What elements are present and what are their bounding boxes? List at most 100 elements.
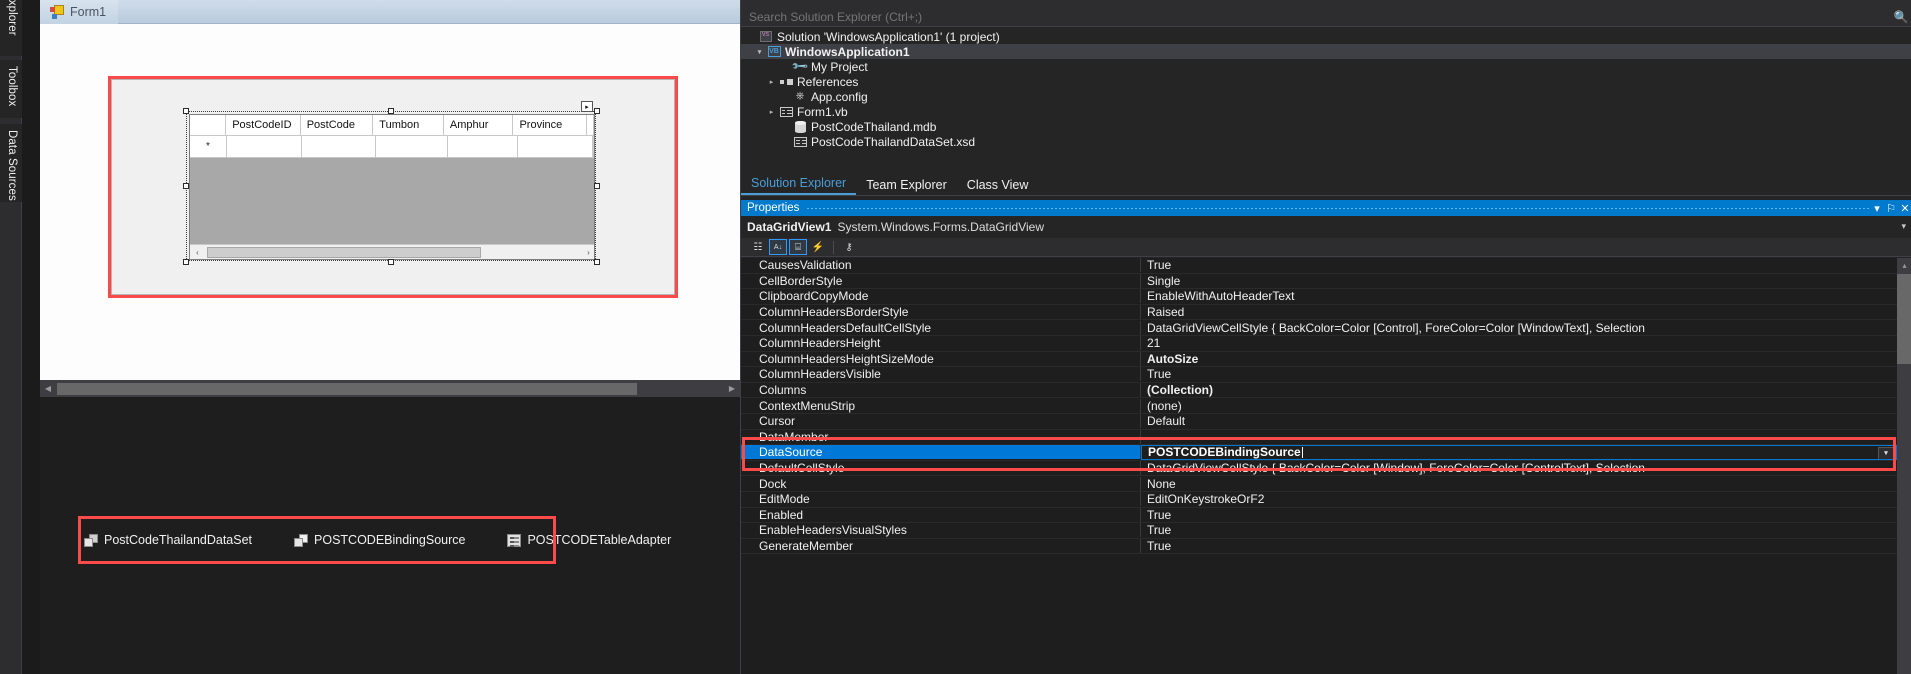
- tree-item-xsd[interactable]: PostCodeThailandDataSet.xsd: [741, 134, 1911, 149]
- scroll-right-icon[interactable]: ›: [581, 245, 595, 259]
- property-pages-button[interactable]: ⚷: [840, 239, 858, 255]
- property-value[interactable]: (Collection): [1141, 383, 1897, 397]
- property-row-columnheadersdefaultcellstyle[interactable]: ColumnHeadersDefaultCellStyle DataGridVi…: [741, 320, 1897, 336]
- property-value[interactable]: True: [1141, 539, 1897, 553]
- sidebar-item-toolbox[interactable]: Toolbox: [0, 60, 22, 118]
- tab-solution-explorer[interactable]: Solution Explorer: [741, 174, 856, 195]
- resize-handle-ne[interactable]: [594, 108, 600, 114]
- property-value[interactable]: EditOnKeystrokeOrF2: [1141, 492, 1897, 506]
- tree-item-project[interactable]: ▾ VB WindowsApplication1: [741, 44, 1911, 59]
- property-row-cellborderstyle[interactable]: CellBorderStyle Single: [741, 274, 1897, 290]
- property-row-clipboardcopymode[interactable]: ClipboardCopyMode EnableWithAutoHeaderTe…: [741, 289, 1897, 305]
- property-value[interactable]: True: [1141, 258, 1897, 272]
- property-value[interactable]: (none): [1141, 399, 1897, 413]
- tree-item-references[interactable]: ▸ References: [741, 74, 1911, 89]
- column-header-province[interactable]: Province: [513, 115, 587, 136]
- solution-explorer-toolbar[interactable]: [741, 0, 1911, 8]
- tree-item-mdb[interactable]: PostCodeThailand.mdb: [741, 119, 1911, 134]
- tree-item-form1-vb[interactable]: ▸ Form1.vb: [741, 104, 1911, 119]
- column-header-note[interactable]: Note: [587, 115, 594, 136]
- scroll-up-icon[interactable]: ▴: [1897, 258, 1911, 272]
- property-value[interactable]: DataGridViewCellStyle { BackColor=Color …: [1141, 461, 1897, 475]
- chevron-down-icon[interactable]: ▾: [753, 48, 766, 56]
- property-value[interactable]: True: [1141, 508, 1897, 522]
- property-value[interactable]: EnableWithAutoHeaderText: [1141, 289, 1897, 303]
- resize-handle-w[interactable]: [183, 183, 189, 189]
- tree-item-app-config[interactable]: ⎈ App.config: [741, 89, 1911, 104]
- property-value[interactable]: Single: [1141, 274, 1897, 288]
- cell[interactable]: [448, 136, 519, 158]
- scrollbar-thumb[interactable]: [207, 247, 481, 258]
- resize-handle-s[interactable]: [388, 259, 394, 265]
- property-row-enabled[interactable]: Enabled True: [741, 508, 1897, 524]
- datagridview-new-row[interactable]: *: [190, 136, 594, 158]
- chevron-right-icon[interactable]: ▸: [765, 78, 778, 86]
- property-value[interactable]: True: [1141, 367, 1897, 381]
- tab-form1[interactable]: Form1: [40, 0, 118, 24]
- property-row-generatemember[interactable]: GenerateMember True: [741, 539, 1897, 555]
- property-row-datasource[interactable]: DataSource POSTCODEBindingSource ▾: [741, 445, 1897, 461]
- search-icon[interactable]: 🔍: [1890, 10, 1911, 24]
- cell[interactable]: [227, 136, 303, 158]
- sidebar-item-data-sources[interactable]: Data Sources: [0, 124, 22, 202]
- scrollbar-thumb[interactable]: [57, 383, 637, 395]
- column-header-postcode[interactable]: PostCode: [301, 115, 374, 136]
- header-corner-cell[interactable]: [190, 115, 226, 136]
- cell[interactable]: [302, 136, 376, 158]
- chevron-right-icon[interactable]: ▸: [765, 108, 778, 116]
- property-row-columnheadersborderstyle[interactable]: ColumnHeadersBorderStyle Raised: [741, 305, 1897, 321]
- events-button[interactable]: ⚡: [809, 239, 827, 255]
- resize-handle-sw[interactable]: [183, 259, 189, 265]
- property-value[interactable]: None: [1141, 477, 1897, 491]
- solution-explorer-search-bar[interactable]: 🔍: [741, 8, 1911, 27]
- minimize-icon[interactable]: ▾: [1870, 202, 1884, 215]
- resize-handle-se[interactable]: [594, 259, 600, 265]
- property-row-columns[interactable]: Columns (Collection): [741, 383, 1897, 399]
- property-row-enableheadersvisualstyles[interactable]: EnableHeadersVisualStyles True: [741, 523, 1897, 539]
- properties-object-selector[interactable]: DataGridView1 System.Windows.Forms.DataG…: [741, 217, 1911, 236]
- cell[interactable]: [376, 136, 448, 158]
- scroll-left-icon[interactable]: ◀: [40, 380, 56, 397]
- chevron-down-icon[interactable]: ▾: [1901, 221, 1906, 232]
- property-value[interactable]: Raised: [1141, 305, 1897, 319]
- resize-handle-e[interactable]: [594, 183, 600, 189]
- alphabetical-sort-button[interactable]: A↓: [769, 239, 787, 255]
- property-row-dock[interactable]: Dock None: [741, 476, 1897, 492]
- tab-class-view[interactable]: Class View: [957, 176, 1039, 195]
- resize-handle-nw[interactable]: [183, 108, 189, 114]
- chevron-down-icon[interactable]: ▾: [1878, 447, 1894, 460]
- column-header-amphur[interactable]: Amphur: [444, 115, 514, 136]
- scroll-right-icon[interactable]: ▶: [724, 380, 740, 397]
- property-value[interactable]: AutoSize: [1141, 352, 1897, 366]
- column-header-tumbon[interactable]: Tumbon: [373, 115, 444, 136]
- pin-icon[interactable]: ⚐: [1884, 202, 1898, 215]
- column-header-postcodeid[interactable]: PostCodeID: [226, 115, 301, 136]
- resize-handle-n[interactable]: [388, 108, 394, 114]
- smart-tag-icon[interactable]: ▸: [581, 101, 593, 112]
- property-row-datamember[interactable]: DataMember: [741, 430, 1897, 446]
- designer-canvas[interactable]: ▸ PostCodeID PostCode Tumbon Amphur Prov…: [40, 24, 740, 380]
- form1-design-surface[interactable]: ▸ PostCodeID PostCode Tumbon Amphur Prov…: [111, 79, 675, 295]
- property-value[interactable]: True: [1141, 523, 1897, 537]
- search-input[interactable]: [741, 9, 1890, 26]
- datagridview-horizontal-scrollbar[interactable]: ‹ ›: [190, 244, 595, 259]
- tab-team-explorer[interactable]: Team Explorer: [856, 176, 957, 195]
- property-row-editmode[interactable]: EditMode EditOnKeystrokeOrF2: [741, 492, 1897, 508]
- property-grid-scrollbar[interactable]: ▴: [1897, 258, 1911, 674]
- close-icon[interactable]: ✕: [1898, 202, 1911, 215]
- property-row-columnheadersheightsizemode[interactable]: ColumnHeadersHeightSizeMode AutoSize: [741, 352, 1897, 368]
- categorized-button[interactable]: ☷: [749, 239, 767, 255]
- property-row-contextmenustrip[interactable]: ContextMenuStrip (none): [741, 398, 1897, 414]
- property-row-causesvalidation[interactable]: CausesValidation True: [741, 258, 1897, 274]
- property-value[interactable]: 21: [1141, 336, 1897, 350]
- scrollbar-thumb[interactable]: [1897, 274, 1911, 364]
- cell[interactable]: [518, 136, 593, 158]
- property-row-columnheadersvisible[interactable]: ColumnHeadersVisible True: [741, 367, 1897, 383]
- property-row-cursor[interactable]: Cursor Default: [741, 414, 1897, 430]
- datagridview-control[interactable]: PostCodeID PostCode Tumbon Amphur Provin…: [189, 114, 595, 260]
- property-value[interactable]: DataGridViewCellStyle { BackColor=Color …: [1141, 321, 1897, 335]
- datagridview-selection-frame[interactable]: ▸ PostCodeID PostCode Tumbon Amphur Prov…: [186, 111, 596, 261]
- tree-item-solution[interactable]: Solution 'WindowsApplication1' (1 projec…: [741, 29, 1911, 44]
- property-row-defaultcellstyle[interactable]: DefaultCellStyle DataGridViewCellStyle {…: [741, 461, 1897, 477]
- property-value-editor[interactable]: POSTCODEBindingSource ▾: [1141, 445, 1897, 461]
